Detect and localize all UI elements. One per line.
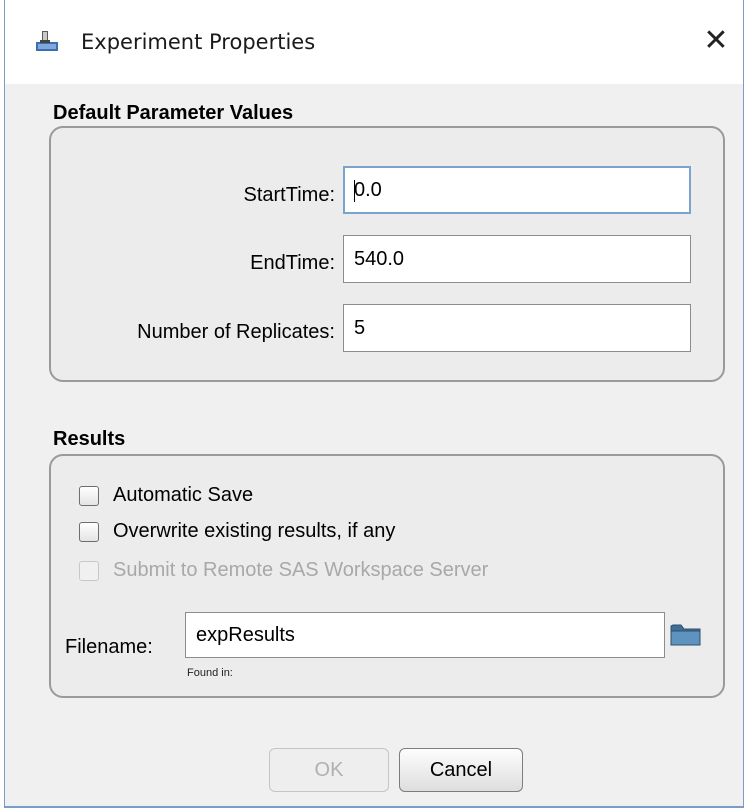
app-icon xyxy=(36,31,58,51)
replicates-input[interactable]: 5 xyxy=(343,304,691,352)
folder-icon[interactable] xyxy=(669,620,703,648)
automatic-save-checkbox-row[interactable]: Automatic Save xyxy=(79,484,253,507)
close-icon: ✕ xyxy=(703,22,729,58)
submit-remote-checkbox xyxy=(79,560,99,581)
found-in-label: Found in: xyxy=(187,667,233,679)
overwrite-checkbox-row[interactable]: Overwrite existing results, if any xyxy=(79,520,395,543)
close-button[interactable]: ✕ xyxy=(689,14,743,66)
automatic-save-checkbox[interactable] xyxy=(79,485,99,506)
default-parameters-heading: Default Parameter Values xyxy=(53,102,294,124)
filename-label: Filename: xyxy=(65,636,153,658)
start-time-value: 0.0 xyxy=(354,179,382,201)
cancel-button[interactable]: Cancel xyxy=(399,748,523,792)
experiment-properties-dialog: Experiment Properties ✕ Default Paramete… xyxy=(4,0,744,808)
automatic-save-label: Automatic Save xyxy=(113,484,254,506)
submit-remote-label: Submit to Remote SAS Workspace Server xyxy=(113,559,489,581)
start-time-input[interactable]: 0.0 xyxy=(343,166,691,214)
title-bar: Experiment Properties ✕ xyxy=(5,0,743,84)
overwrite-checkbox[interactable] xyxy=(79,521,99,542)
dialog-title: Experiment Properties xyxy=(81,30,316,54)
overwrite-label: Overwrite existing results, if any xyxy=(113,520,396,542)
end-time-input[interactable]: 540.0 xyxy=(343,235,691,283)
end-time-label: EndTime: xyxy=(250,252,335,274)
replicates-label: Number of Replicates: xyxy=(137,321,335,343)
start-time-label: StartTime: xyxy=(243,184,336,206)
results-heading: Results xyxy=(53,428,126,450)
submit-remote-checkbox-row: Submit to Remote SAS Workspace Server xyxy=(79,559,488,582)
ok-button: OK xyxy=(269,748,389,792)
filename-input[interactable]: expResults xyxy=(185,612,665,658)
